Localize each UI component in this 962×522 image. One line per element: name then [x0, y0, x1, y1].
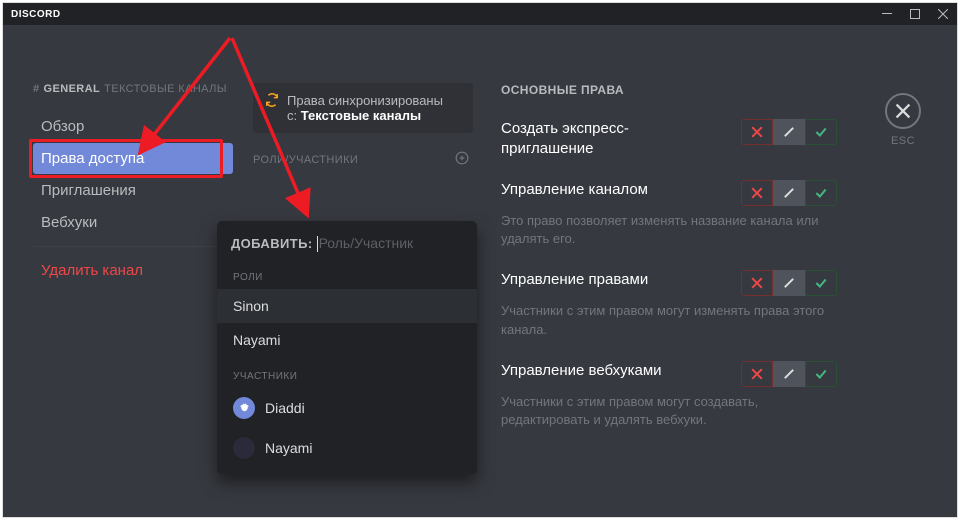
sync-text: Права синхронизированы с: Текстовые кана…: [287, 93, 443, 123]
avatar: [233, 397, 255, 419]
passthrough-icon[interactable]: [773, 119, 805, 145]
deny-icon[interactable]: [741, 361, 773, 387]
passthrough-icon[interactable]: [773, 270, 805, 296]
popover-roles-label: РОЛИ: [217, 258, 477, 289]
sync-icon: [265, 93, 279, 123]
perm-toggle[interactable]: [741, 119, 837, 145]
nav-overview[interactable]: Обзор: [33, 111, 233, 142]
allow-icon[interactable]: [805, 361, 837, 387]
role-option[interactable]: Nayami: [217, 323, 477, 357]
role-search-input[interactable]: Роль/Участник: [317, 235, 463, 252]
member-option[interactable]: Nayami: [217, 428, 477, 468]
perm-row: Управление правами Участники с этим прав…: [501, 270, 837, 338]
popover-search[interactable]: ДОБАВИТЬ: Роль/Участник: [217, 221, 477, 258]
deny-icon[interactable]: [741, 119, 773, 145]
add-role-popover: ДОБАВИТЬ: Роль/Участник РОЛИ Sinon Nayam…: [217, 221, 477, 474]
hash-icon: #: [33, 83, 40, 95]
permissions-header: ОСНОВНЫЕ ПРАВА: [501, 83, 837, 97]
breadcrumb-category: ТЕКСТОВЫЕ КАНАЛЫ: [104, 83, 227, 95]
popover-add-label: ДОБАВИТЬ:: [231, 236, 313, 251]
perm-row: Управление каналом Это право позволяет и…: [501, 180, 837, 248]
allow-icon[interactable]: [805, 119, 837, 145]
close-button[interactable]: [885, 93, 921, 129]
permissions-column: ОСНОВНЫЕ ПРАВА Создать экспресс-приглаше…: [501, 83, 957, 517]
perm-toggle[interactable]: [741, 270, 837, 296]
perm-toggle[interactable]: [741, 361, 837, 387]
perm-title: Управление правами: [501, 270, 648, 290]
perm-title: Управление вебхуками: [501, 361, 662, 381]
breadcrumb: # GENERAL ТЕКСТОВЫЕ КАНАЛЫ: [33, 83, 233, 95]
roles-column: Права синхронизированы с: Текстовые кана…: [253, 83, 473, 517]
perm-desc: Участники с этим правом могут создавать,…: [501, 393, 837, 429]
passthrough-icon[interactable]: [773, 361, 805, 387]
perm-desc: Участники с этим правом могут изменять п…: [501, 302, 837, 338]
close-window-icon[interactable]: [929, 3, 957, 25]
perm-desc: Это право позволяет изменять название ка…: [501, 212, 837, 248]
esc-label: ESC: [885, 135, 921, 147]
channel-name: GENERAL: [44, 83, 101, 95]
maximize-icon[interactable]: [901, 3, 929, 25]
perm-row: Создать экспресс-приглашение: [501, 119, 837, 158]
nav-permissions[interactable]: Права доступа: [33, 143, 233, 174]
nav-separator: [33, 246, 227, 247]
titlebar: DISCORD: [3, 3, 957, 25]
close-settings: ESC: [885, 93, 921, 147]
sync-notice: Права синхронизированы с: Текстовые кана…: [253, 83, 473, 133]
app-title: DISCORD: [11, 9, 61, 20]
nav-invitations[interactable]: Приглашения: [33, 175, 233, 206]
minimize-icon[interactable]: [873, 3, 901, 25]
allow-icon[interactable]: [805, 270, 837, 296]
avatar: [233, 437, 255, 459]
role-option[interactable]: Sinon: [217, 289, 477, 323]
popover-members-label: УЧАСТНИКИ: [217, 357, 477, 388]
allow-icon[interactable]: [805, 180, 837, 206]
discord-window: DISCORD # GENERAL ТЕКСТОВЫЕ КАНАЛЫ Обзор…: [2, 2, 958, 518]
nav-webhooks[interactable]: Вебхуки: [33, 207, 233, 238]
settings-body: # GENERAL ТЕКСТОВЫЕ КАНАЛЫ Обзор Права д…: [3, 25, 957, 517]
member-option[interactable]: Diaddi: [217, 388, 477, 428]
deny-icon[interactable]: [741, 180, 773, 206]
nav-delete-channel[interactable]: Удалить канал: [33, 255, 233, 286]
perm-toggle[interactable]: [741, 180, 837, 206]
add-role-icon[interactable]: [455, 151, 469, 168]
sidebar: # GENERAL ТЕКСТОВЫЕ КАНАЛЫ Обзор Права д…: [33, 83, 233, 517]
roles-section-header: РОЛИ/УЧАСТНИКИ: [253, 151, 473, 168]
perm-title: Создать экспресс-приглашение: [501, 119, 711, 158]
perm-row: Управление вебхуками Участники с этим пр…: [501, 361, 837, 429]
deny-icon[interactable]: [741, 270, 773, 296]
window-controls: [873, 3, 957, 25]
perm-title: Управление каналом: [501, 180, 648, 200]
passthrough-icon[interactable]: [773, 180, 805, 206]
